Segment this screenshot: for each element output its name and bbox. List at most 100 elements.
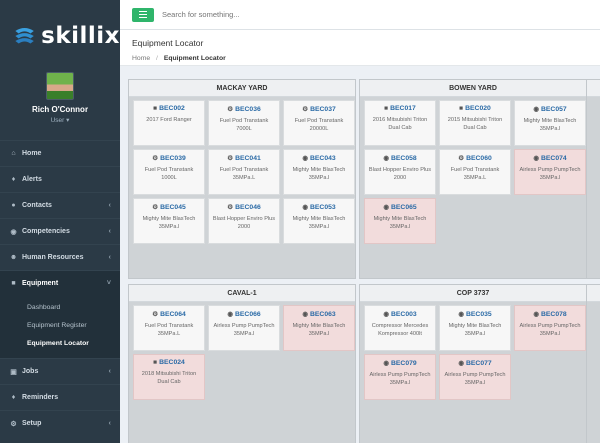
equipment-card[interactable]: ◉ BEC057 Mighty Mite BlasTech 35MPa.l: [514, 100, 586, 146]
equipment-description: 2016 Mitsubishi Triton Dual Cab: [372, 117, 428, 131]
sidebar-item-label: Contacts: [22, 202, 52, 209]
breadcrumb-current: Equipment Locator: [163, 55, 226, 62]
equipment-card[interactable]: ◉ BEC053 Mighty Mite BlasTech 35MPa.l: [283, 198, 355, 244]
bell-icon: ♦: [11, 176, 16, 183]
equipment-card[interactable]: ◉ BEC078 Airless Pump PumpTech 35MPa.l: [514, 305, 586, 351]
equipment-code-text: BEC074: [540, 154, 567, 162]
menu-toggle-button[interactable]: [132, 7, 154, 22]
equipment-description: Blast Hopper Enviro Plus 2000: [368, 167, 432, 181]
equipment-code[interactable]: ◉ BEC003: [365, 310, 435, 319]
breadcrumb: Home / Equipment Locator: [132, 55, 600, 62]
equipment-card[interactable]: ⚙ BEC039 Fuel Pod Transtank 1000L: [133, 149, 205, 195]
equipment-code[interactable]: ◉ BEC057: [515, 105, 585, 114]
avatar[interactable]: [46, 72, 74, 100]
sidebar-item-human-resources[interactable]: ☻ Human Resources ‹: [0, 244, 120, 270]
equipment-card[interactable]: ■ BEC024 2018 Mitsubishi Triton Dual Cab: [133, 354, 205, 400]
equipment-description: 2015 Mitsubishi Triton Dual Cab: [447, 117, 503, 131]
equipment-card[interactable]: ◉ BEC035 Mighty Mite BlasTech 35MPa.l: [439, 305, 511, 351]
equipment-card[interactable]: ◉ BEC077 Airless Pump PumpTech 35MPa.l: [439, 354, 511, 400]
equipment-card[interactable]: ◉ BEC063 Mighty Mite BlasTech 35MPa.l: [283, 305, 355, 351]
equipment-card[interactable]: ◉ BEC043 Mighty Mite BlasTech 35MPa.l: [283, 149, 355, 195]
equipment-code[interactable]: ◉ BEC065: [365, 203, 435, 212]
sidebar-item-equipment[interactable]: ■ Equipment ˅: [0, 270, 120, 296]
equipment-grid: ◉ BEC003 Compressor Mercedes Kompressor 40…: [360, 302, 586, 400]
equipment-code[interactable]: ◉ BEC043: [284, 154, 354, 163]
gauge-icon: ◉: [458, 360, 464, 367]
sidebar-subitem-equipment-locator[interactable]: Equipment Locator: [0, 334, 120, 352]
gauge-icon: ◉: [383, 360, 389, 367]
equipment-code-text: BEC066: [234, 310, 261, 318]
gears-icon: ⚙: [227, 204, 234, 211]
equipment-card[interactable]: ◉ BEC066 Airless Pump PumpTech 35MPa.l: [208, 305, 280, 351]
gauge-icon: ◉: [302, 204, 308, 211]
equipment-code[interactable]: ⚙ BEC060: [440, 154, 510, 163]
equipment-code[interactable]: ◉ BEC078: [515, 310, 585, 319]
equipment-description: Mighty Mite BlasTech 35MPa.l: [292, 167, 346, 181]
equipment-code[interactable]: ⚙ BEC041: [209, 154, 279, 163]
equipment-code[interactable]: ⚙ BEC064: [134, 310, 204, 319]
sidebar-item-label: Setup: [22, 420, 42, 427]
logo[interactable]: skillix: [0, 0, 120, 72]
equipment-card[interactable]: ■ BEC017 2016 Mitsubishi Triton Dual Cab: [364, 100, 436, 146]
equipment-code[interactable]: ◉ BEC058: [365, 154, 435, 163]
equipment-card[interactable]: ⚙ BEC036 Fuel Pod Transtank 7000L: [208, 100, 280, 146]
equipment-code[interactable]: ◉ BEC063: [284, 310, 354, 319]
equipment-code[interactable]: ■ BEC017: [365, 105, 435, 112]
user-icon: ●: [11, 202, 16, 209]
equipment-card[interactable]: ⚙ BEC045 Mighty Mite BlasTech 35MPa.l: [133, 198, 205, 244]
sidebar-item-setup[interactable]: ⚙ Setup ‹: [0, 410, 120, 436]
equipment-code[interactable]: ⚙ BEC039: [134, 154, 204, 163]
equipment-card[interactable]: ◉ BEC058 Blast Hopper Enviro Plus 2000: [364, 149, 436, 195]
equipment-card[interactable]: ◉ BEC065 Mighty Mite BlasTech 35MPa.l: [364, 198, 436, 244]
equipment-code-text: BEC060: [466, 154, 492, 162]
bell-icon: ♦: [11, 394, 16, 401]
sidebar-item-jobs[interactable]: ▣ Jobs ‹: [0, 358, 120, 384]
equipment-code[interactable]: ⚙ BEC046: [209, 203, 279, 212]
gauge-icon: ◉: [227, 311, 233, 318]
sidebar-item-label: Jobs: [22, 368, 39, 375]
chevron-left-icon: ‹: [108, 420, 111, 427]
chevron-left-icon: ‹: [108, 202, 111, 209]
equipment-code[interactable]: ◉ BEC074: [515, 154, 585, 163]
skillix-logo-icon: [15, 28, 34, 44]
equipment-card[interactable]: ⚙ BEC046 Blast Hopper Enviro Plus 2000: [208, 198, 280, 244]
equipment-card[interactable]: ◉ BEC003 Compressor Mercedes Kompressor 40…: [364, 305, 436, 351]
equipment-grid: ■ BEC017 2016 Mitsubishi Triton Dual Cab ■ B…: [360, 97, 586, 244]
equipment-code[interactable]: ◉ BEC053: [284, 203, 354, 212]
yard-panel: MACKAY YARD ■ BEC002 2017 Ford Ranger ⚙ BEC03…: [128, 79, 356, 279]
equipment-code[interactable]: ■ BEC024: [134, 359, 204, 366]
equipment-code[interactable]: ■ BEC020: [440, 105, 510, 112]
search-input[interactable]: [162, 10, 462, 19]
equipment-code[interactable]: ⚙ BEC036: [209, 105, 279, 114]
equipment-code[interactable]: ◉ BEC079: [365, 359, 435, 368]
equipment-card[interactable]: ⚙ BEC041 Fuel Pod Transtank 35MPa.L: [208, 149, 280, 195]
breadcrumb-home-link[interactable]: Home: [132, 55, 150, 62]
user-role-dropdown[interactable]: User ▾: [0, 116, 120, 124]
sidebar-item-alerts[interactable]: ♦ Alerts: [0, 166, 120, 192]
equipment-code[interactable]: ⚙ BEC037: [284, 105, 354, 114]
equipment-card[interactable]: ■ BEC020 2015 Mitsubishi Triton Dual Cab: [439, 100, 511, 146]
equipment-description: Mighty Mite BlasTech 35MPa.l: [373, 216, 427, 230]
equipment-code[interactable]: ◉ BEC035: [440, 310, 510, 319]
sidebar-subitem-equipment-register[interactable]: Equipment Register: [0, 316, 120, 334]
user-name: Rich O'Connor: [31, 105, 89, 114]
sidebar: skillix Rich O'Connor User ▾ ⌂ Home ♦ Al…: [0, 0, 120, 443]
equipment-card[interactable]: ⚙ BEC064 Fuel Pod Transtank 35MPa.L: [133, 305, 205, 351]
equipment-card[interactable]: ◉ BEC074 Airless Pump PumpTech 35MPa.l: [514, 149, 586, 195]
equipment-code[interactable]: ⚙ BEC045: [134, 203, 204, 212]
equipment-code-text: BEC035: [465, 310, 492, 318]
gears-icon: ⚙: [227, 155, 234, 162]
equipment-card[interactable]: ⚙ BEC037 Fuel Pod Transtank 20000L: [283, 100, 355, 146]
equipment-code[interactable]: ■ BEC002: [134, 105, 204, 112]
sidebar-item-reminders[interactable]: ♦ Reminders: [0, 384, 120, 410]
sidebar-item-competencies[interactable]: ◉ Competencies ‹: [0, 218, 120, 244]
equipment-card[interactable]: ◉ BEC079 Airless Pump PumpTech 35MPa.l: [364, 354, 436, 400]
sidebar-subitem-dashboard[interactable]: Dashboard: [0, 298, 120, 316]
equipment-description: Fuel Pod Transtank 35MPa.L: [144, 323, 194, 337]
equipment-code[interactable]: ◉ BEC077: [440, 359, 510, 368]
equipment-code[interactable]: ◉ BEC066: [209, 310, 279, 319]
sidebar-item-home[interactable]: ⌂ Home: [0, 140, 120, 166]
equipment-card[interactable]: ⚙ BEC060 Fuel Pod Transtank 35MPa.L: [439, 149, 511, 195]
equipment-card[interactable]: ■ BEC002 2017 Ford Ranger: [133, 100, 205, 146]
sidebar-item-contacts[interactable]: ● Contacts ‹: [0, 192, 120, 218]
